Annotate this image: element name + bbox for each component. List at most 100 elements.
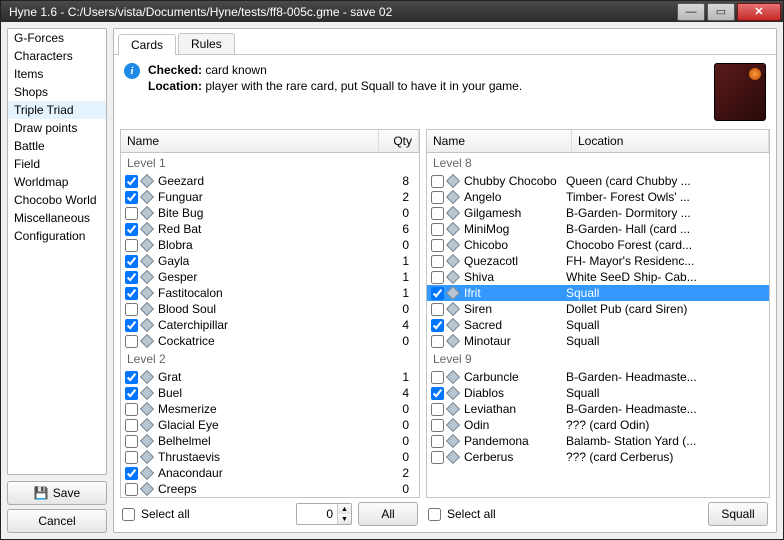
list-row[interactable]: Gesper1 [121,269,419,285]
list-row[interactable]: ShivaWhite SeeD Ship- Cab... [427,269,769,285]
sidebar-item[interactable]: Chocobo World [8,191,106,209]
row-checkbox[interactable] [431,451,444,464]
row-checkbox[interactable] [125,483,138,496]
spin-up-icon[interactable]: ▲ [337,504,351,514]
close-button[interactable]: ✕ [737,3,781,21]
row-checkbox[interactable] [431,419,444,432]
cancel-button[interactable]: Cancel [7,509,107,533]
row-checkbox[interactable] [431,335,444,348]
list-row[interactable]: Belhelmel0 [121,433,419,449]
row-checkbox[interactable] [431,319,444,332]
list-row[interactable]: IfritSquall [427,285,769,301]
list-row[interactable]: DiablosSquall [427,385,769,401]
squall-button[interactable]: Squall [708,502,768,526]
sidebar-item[interactable]: Characters [8,47,106,65]
list-row[interactable]: Buel4 [121,385,419,401]
list-row[interactable]: SacredSquall [427,317,769,333]
row-checkbox[interactable] [431,371,444,384]
list-row[interactable]: Geezard8 [121,173,419,189]
sidebar-item[interactable]: Field [8,155,106,173]
list-row[interactable]: Red Bat6 [121,221,419,237]
qty-spinner[interactable]: ▲ ▼ [296,503,352,525]
row-checkbox[interactable] [431,255,444,268]
list-row[interactable]: PandemonaBalamb- Station Yard (... [427,433,769,449]
row-checkbox[interactable] [431,303,444,316]
list-row[interactable]: SirenDollet Pub (card Siren) [427,301,769,317]
sidebar-item[interactable]: Triple Triad [8,101,106,119]
list-row[interactable]: Blood Soul0 [121,301,419,317]
list-row[interactable]: Fastitocalon1 [121,285,419,301]
row-checkbox[interactable] [125,419,138,432]
maximize-button[interactable]: ▭ [707,3,735,21]
list-row[interactable]: Odin??? (card Odin) [427,417,769,433]
list-row[interactable]: Anacondaur2 [121,465,419,481]
row-checkbox[interactable] [431,435,444,448]
row-checkbox[interactable] [431,287,444,300]
save-button[interactable]: 💾 Save [7,481,107,505]
sidebar-item[interactable]: Configuration [8,227,106,245]
row-checkbox[interactable] [125,319,138,332]
left-list-body[interactable]: Level 1Geezard8Funguar2Bite Bug0Red Bat6… [120,152,420,498]
spin-down-icon[interactable]: ▼ [337,514,351,524]
row-checkbox[interactable] [431,403,444,416]
row-checkbox[interactable] [125,371,138,384]
row-checkbox[interactable] [125,191,138,204]
row-checkbox[interactable] [125,403,138,416]
sidebar-item[interactable]: Battle [8,137,106,155]
row-checkbox[interactable] [431,175,444,188]
col-name[interactable]: Name [121,130,379,152]
sidebar-item[interactable]: Items [8,65,106,83]
qty-input[interactable] [297,504,337,524]
right-list-body[interactable]: Level 8Chubby ChocoboQueen (card Chubby … [426,152,770,498]
row-checkbox[interactable] [431,207,444,220]
row-checkbox[interactable] [125,335,138,348]
list-row[interactable]: Chubby ChocoboQueen (card Chubby ... [427,173,769,189]
select-all-checkbox-left[interactable] [122,508,135,521]
minimize-button[interactable]: — [677,3,705,21]
list-row[interactable]: Glacial Eye0 [121,417,419,433]
list-row[interactable]: Blobra0 [121,237,419,253]
sidebar-item[interactable]: Worldmap [8,173,106,191]
list-row[interactable]: Funguar2 [121,189,419,205]
list-row[interactable]: GilgameshB-Garden- Dormitory ... [427,205,769,221]
row-checkbox[interactable] [431,271,444,284]
all-button[interactable]: All [358,502,418,526]
col-name[interactable]: Name [427,130,572,152]
list-row[interactable]: CarbuncleB-Garden- Headmaste... [427,369,769,385]
row-checkbox[interactable] [125,303,138,316]
sidebar-item[interactable]: Draw points [8,119,106,137]
row-checkbox[interactable] [431,387,444,400]
list-row[interactable]: Cockatrice0 [121,333,419,349]
list-row[interactable]: ChicoboChocobo Forest (card... [427,237,769,253]
row-checkbox[interactable] [431,239,444,252]
row-checkbox[interactable] [125,223,138,236]
row-checkbox[interactable] [125,239,138,252]
select-all-checkbox-right[interactable] [428,508,441,521]
list-row[interactable]: MinotaurSquall [427,333,769,349]
row-checkbox[interactable] [125,467,138,480]
list-row[interactable]: Creeps0 [121,481,419,497]
col-qty[interactable]: Qty [379,130,419,152]
list-row[interactable]: Caterchipillar4 [121,317,419,333]
row-checkbox[interactable] [125,207,138,220]
list-row[interactable]: Mesmerize0 [121,401,419,417]
list-row[interactable]: Gayla1 [121,253,419,269]
list-row[interactable]: Grat1 [121,369,419,385]
sidebar-item[interactable]: Shops [8,83,106,101]
row-checkbox[interactable] [125,451,138,464]
row-checkbox[interactable] [125,175,138,188]
list-row[interactable]: QuezacotlFH- Mayor's Residenc... [427,253,769,269]
list-row[interactable]: Thrustaevis0 [121,449,419,465]
tab[interactable]: Cards [118,34,176,55]
list-row[interactable]: Cerberus??? (card Cerberus) [427,449,769,465]
sidebar-item[interactable]: G-Forces [8,29,106,47]
row-checkbox[interactable] [125,387,138,400]
list-row[interactable]: Bite Bug0 [121,205,419,221]
list-row[interactable]: AngeloTimber- Forest Owls' ... [427,189,769,205]
tab[interactable]: Rules [178,33,235,54]
list-row[interactable]: LeviathanB-Garden- Headmaste... [427,401,769,417]
row-checkbox[interactable] [431,223,444,236]
row-checkbox[interactable] [125,255,138,268]
row-checkbox[interactable] [431,191,444,204]
list-row[interactable]: MiniMogB-Garden- Hall (card ... [427,221,769,237]
